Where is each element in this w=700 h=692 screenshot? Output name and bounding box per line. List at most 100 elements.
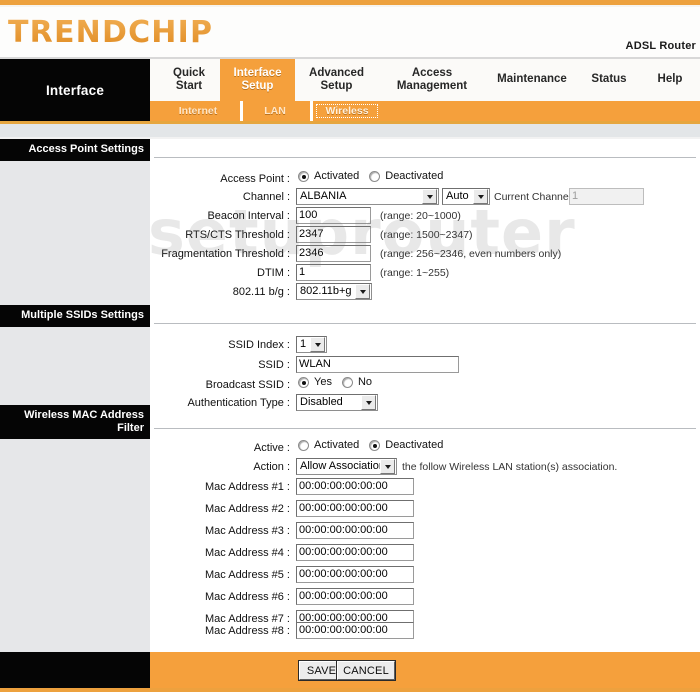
mac-filter-action-label: Action : [253,461,290,473]
tab-access-management[interactable]: Access Management [378,59,486,101]
broadcast-ssid-no-radio[interactable]: No [341,376,373,389]
dtim-input[interactable]: 1 [296,264,371,281]
subnav-separator-2 [310,101,313,121]
rts-cts-threshold-hint: (range: 1500~2347) [380,229,473,241]
tab-help[interactable]: Help [645,59,695,101]
mac-address-6-input[interactable]: 00:00:00:00:00:00 [296,588,414,605]
sidebar-heading-mac-filter-line2: Filter [117,422,144,434]
radio-dot-icon [341,377,353,388]
mac-filter-activated-radio[interactable]: Activated [298,439,359,452]
beacon-interval-hint: (range: 20~1000) [380,210,461,222]
subnav-separator-1 [240,101,243,121]
mac-address-2-input[interactable]: 00:00:00:00:00:00 [296,500,414,517]
sub-tabs: Internet LAN Wireless [150,101,700,121]
broadcast-ssid-no-label: No [357,376,373,388]
mac-filter-action-value: Allow Association [300,460,380,472]
current-channel-label: Current Channel: [494,191,574,203]
chevron-down-icon [422,189,437,204]
radio-dot-icon [298,377,309,388]
tab-interface-setup[interactable]: Interface Setup [220,59,295,101]
access-point-activated-radio[interactable]: Activated [298,170,359,183]
section-rule-mac-filter [154,428,696,429]
tab-maintenance[interactable]: Maintenance [486,59,578,101]
section-rule-access-point [154,157,696,158]
beacon-interval-label: Beacon Interval : [207,210,290,222]
tab-advanced-setup[interactable]: Advanced Setup [295,59,378,101]
mac-filter-activated-label: Activated [314,439,360,451]
rts-cts-threshold-input[interactable]: 2347 [296,226,371,243]
dtim-label: DTIM : [257,267,290,279]
channel-auto-select[interactable]: Auto [442,188,490,205]
access-point-deactivated-label: Deactivated [385,170,444,182]
mac-filter-active-radio-group: Activated Deactivated [298,439,453,452]
mac-address-3-input[interactable]: 00:00:00:00:00:00 [296,522,414,539]
footer-left-block [0,652,150,688]
chevron-down-icon [355,284,370,299]
chevron-down-icon [361,395,376,410]
mac-filter-deactivated-label: Deactivated [385,439,444,451]
footer-gap-left [0,644,150,652]
tab-quick-start-line2: Start [175,80,203,92]
subtab-wireless[interactable]: Wireless [316,104,378,118]
sidebar-column: Access Point Settings Multiple SSIDs Set… [0,139,150,644]
fragmentation-threshold-input[interactable]: 2346 [296,245,371,262]
ssid-index-select[interactable]: 1 [296,336,327,353]
grey-separator-band [0,124,700,137]
tab-interface-setup-line2: Setup [241,80,274,92]
subtab-internet[interactable]: Internet [162,104,234,118]
tab-advanced-setup-line2: Setup [320,80,353,92]
mac-address-1-label: Mac Address #1 : [205,481,290,493]
cancel-button[interactable]: CANCEL [337,661,395,680]
main-tabs: Quick Start Interface Setup Advanced Set… [150,59,700,101]
tab-help-line1: Help [657,73,683,86]
fragmentation-threshold-label: Fragmentation Threshold : [161,248,290,260]
tab-access-management-line1: Access [411,66,453,79]
authentication-type-value: Disabled [300,396,343,408]
sidebar-heading-mac-filter: Wireless MAC Address Filter [0,405,150,439]
tab-advanced-setup-line1: Advanced [309,66,364,79]
broadcast-ssid-radio-group: Yes No [298,376,382,389]
ssid-label: SSID : [258,359,290,371]
dtim-hint: (range: 1~255) [380,267,450,279]
broadcast-ssid-yes-radio[interactable]: Yes [298,376,332,389]
tab-access-management-line2: Management [396,80,468,92]
broadcast-ssid-yes-label: Yes [314,376,332,388]
section-rule-multiple-ssids [154,323,696,324]
radio-dot-icon [369,171,381,182]
subtab-lan[interactable]: LAN [246,104,304,118]
ssid-input[interactable]: WLAN [296,356,459,373]
mac-address-4-label: Mac Address #4 : [205,547,290,559]
authentication-type-label: Authentication Type : [187,397,290,409]
current-channel-input: 1 [569,188,644,205]
mac-address-4-input[interactable]: 00:00:00:00:00:00 [296,544,414,561]
channel-select-value: ALBANIA [300,190,347,202]
mac-address-8-label: Mac Address #8 : [205,625,290,637]
ssid-index-label: SSID Index : [228,339,290,351]
tab-quick-start[interactable]: Quick Start [158,59,220,101]
mac-address-1-input[interactable]: 00:00:00:00:00:00 [296,478,414,495]
mac-filter-action-select[interactable]: Allow Association [296,458,397,475]
radio-dot-icon [369,440,381,451]
mac-address-5-input[interactable]: 00:00:00:00:00:00 [296,566,414,583]
section-title-block: Interface [0,59,150,121]
mac-address-8-input[interactable]: 00:00:00:00:00:00 [296,622,414,639]
mac-filter-active-label: Active : [253,442,290,454]
beacon-interval-input[interactable]: 100 [296,207,371,224]
fragmentation-threshold-hint: (range: 256~2346, even numbers only) [380,248,562,260]
tab-maintenance-line1: Maintenance [497,73,567,86]
chevron-down-icon [380,459,395,474]
chevron-down-icon [473,189,488,204]
access-point-deactivated-radio[interactable]: Deactivated [369,170,443,183]
tab-status[interactable]: Status [578,59,640,101]
ssid-index-value: 1 [300,338,307,350]
mac-filter-deactivated-radio[interactable]: Deactivated [369,439,443,452]
channel-auto-value: Auto [446,190,469,202]
tab-interface-setup-line1: Interface [233,66,282,79]
wireless-mode-select[interactable]: 802.11b+g [296,283,372,300]
content-column: Access Point : Activated Deactivated Cha… [150,139,700,644]
radio-dot-icon [298,440,309,451]
radio-dot-icon [298,171,309,182]
logo-band: TRENDCHIP ADSL Router [0,7,700,59]
authentication-type-select[interactable]: Disabled [296,394,378,411]
channel-select[interactable]: ALBANIA [296,188,439,205]
